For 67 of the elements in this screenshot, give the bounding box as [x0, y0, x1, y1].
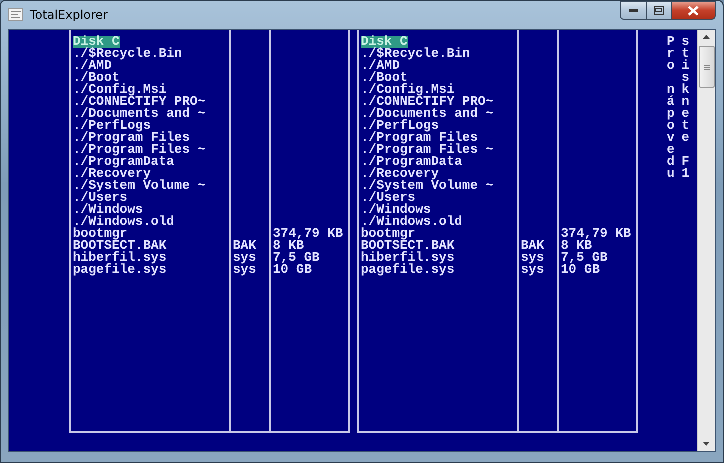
file-name[interactable]: ./CONNECTIFY PRO~: [73, 96, 206, 108]
file-size: 7,5 GB: [273, 252, 320, 264]
file-extension: sys: [233, 252, 256, 264]
file-size: 8 KB: [561, 240, 592, 252]
file-name[interactable]: ./Users: [361, 192, 416, 204]
file-extension: sys: [521, 252, 544, 264]
file-size: 8 KB: [273, 240, 304, 252]
file-name[interactable]: hiberfil.sys: [73, 252, 167, 264]
scroll-thumb[interactable]: [698, 46, 714, 88]
file-name[interactable]: ./System Volume ~: [73, 180, 206, 192]
file-name[interactable]: ./System Volume ~: [361, 180, 494, 192]
file-name[interactable]: BOOTSECT.BAK: [73, 240, 167, 252]
file-extension: sys: [521, 264, 544, 276]
close-icon: [688, 6, 699, 16]
file-name[interactable]: ./Recovery: [73, 168, 152, 180]
file-name[interactable]: bootmgr: [73, 228, 128, 240]
file-name[interactable]: ./AMD: [73, 60, 112, 72]
file-name[interactable]: pagefile.sys: [73, 264, 167, 276]
close-button[interactable]: [671, 1, 716, 20]
file-extension: BAK: [233, 240, 256, 252]
window-title: TotalExplorer: [30, 8, 108, 22]
file-name[interactable]: pagefile.sys: [361, 264, 455, 276]
file-name[interactable]: ./Recovery: [361, 168, 440, 180]
file-name[interactable]: ./Documents and ~: [73, 108, 206, 120]
maximize-button[interactable]: [646, 1, 672, 20]
app-icon: [8, 7, 24, 23]
file-name[interactable]: ./Windows: [73, 204, 144, 216]
help-hint: Pro nápovedu: [667, 36, 675, 180]
file-name[interactable]: bootmgr: [361, 228, 416, 240]
file-name[interactable]: BOOTSECT.BAK: [361, 240, 455, 252]
scrollbar[interactable]: [697, 30, 715, 451]
file-name[interactable]: ./Program Files: [361, 132, 478, 144]
file-size: 10 GB: [561, 264, 600, 276]
file-name[interactable]: ./CONNECTIFY PRO~: [361, 96, 494, 108]
grip-icon: [704, 64, 710, 70]
file-name[interactable]: hiberfil.sys: [361, 252, 455, 264]
minimize-button[interactable]: [620, 1, 647, 20]
file-name[interactable]: ./Config.Msi: [73, 84, 167, 96]
file-name[interactable]: ./Users: [73, 192, 128, 204]
file-name[interactable]: ./$Recycle.Bin: [73, 48, 182, 60]
file-size: 374,79 KB: [561, 228, 632, 240]
file-size: 374,79 KB: [273, 228, 344, 240]
file-size: 10 GB: [273, 264, 312, 276]
minimize-icon: [629, 9, 638, 12]
file-name[interactable]: ./AMD: [361, 60, 400, 72]
file-name[interactable]: ./Boot: [73, 72, 120, 84]
scroll-down-icon[interactable]: [703, 442, 710, 446]
file-name[interactable]: ./PerfLogs: [361, 120, 440, 132]
file-name[interactable]: ./Config.Msi: [361, 84, 455, 96]
file-name[interactable]: ./Program Files: [73, 132, 190, 144]
file-name[interactable]: ./Program Files ~: [73, 144, 206, 156]
file-name[interactable]: ./Boot: [361, 72, 408, 84]
file-name[interactable]: ./Windows.old: [73, 216, 174, 228]
file-name[interactable]: ./Windows.old: [361, 216, 462, 228]
file-name[interactable]: ./PerfLogs: [73, 120, 152, 132]
help-hint: stisknete F1: [682, 36, 690, 180]
file-size: 7,5 GB: [561, 252, 608, 264]
file-name[interactable]: ./Windows: [361, 204, 432, 216]
file-name[interactable]: ./$Recycle.Bin: [361, 48, 470, 60]
maximize-icon: [654, 6, 664, 15]
scroll-up-icon[interactable]: [703, 35, 710, 39]
file-name[interactable]: ./Documents and ~: [361, 108, 494, 120]
file-extension: sys: [233, 264, 256, 276]
file-name[interactable]: ./Program Files ~: [361, 144, 494, 156]
file-name[interactable]: ./ProgramData: [361, 156, 462, 168]
file-name[interactable]: ./ProgramData: [73, 156, 174, 168]
file-extension: BAK: [521, 240, 544, 252]
